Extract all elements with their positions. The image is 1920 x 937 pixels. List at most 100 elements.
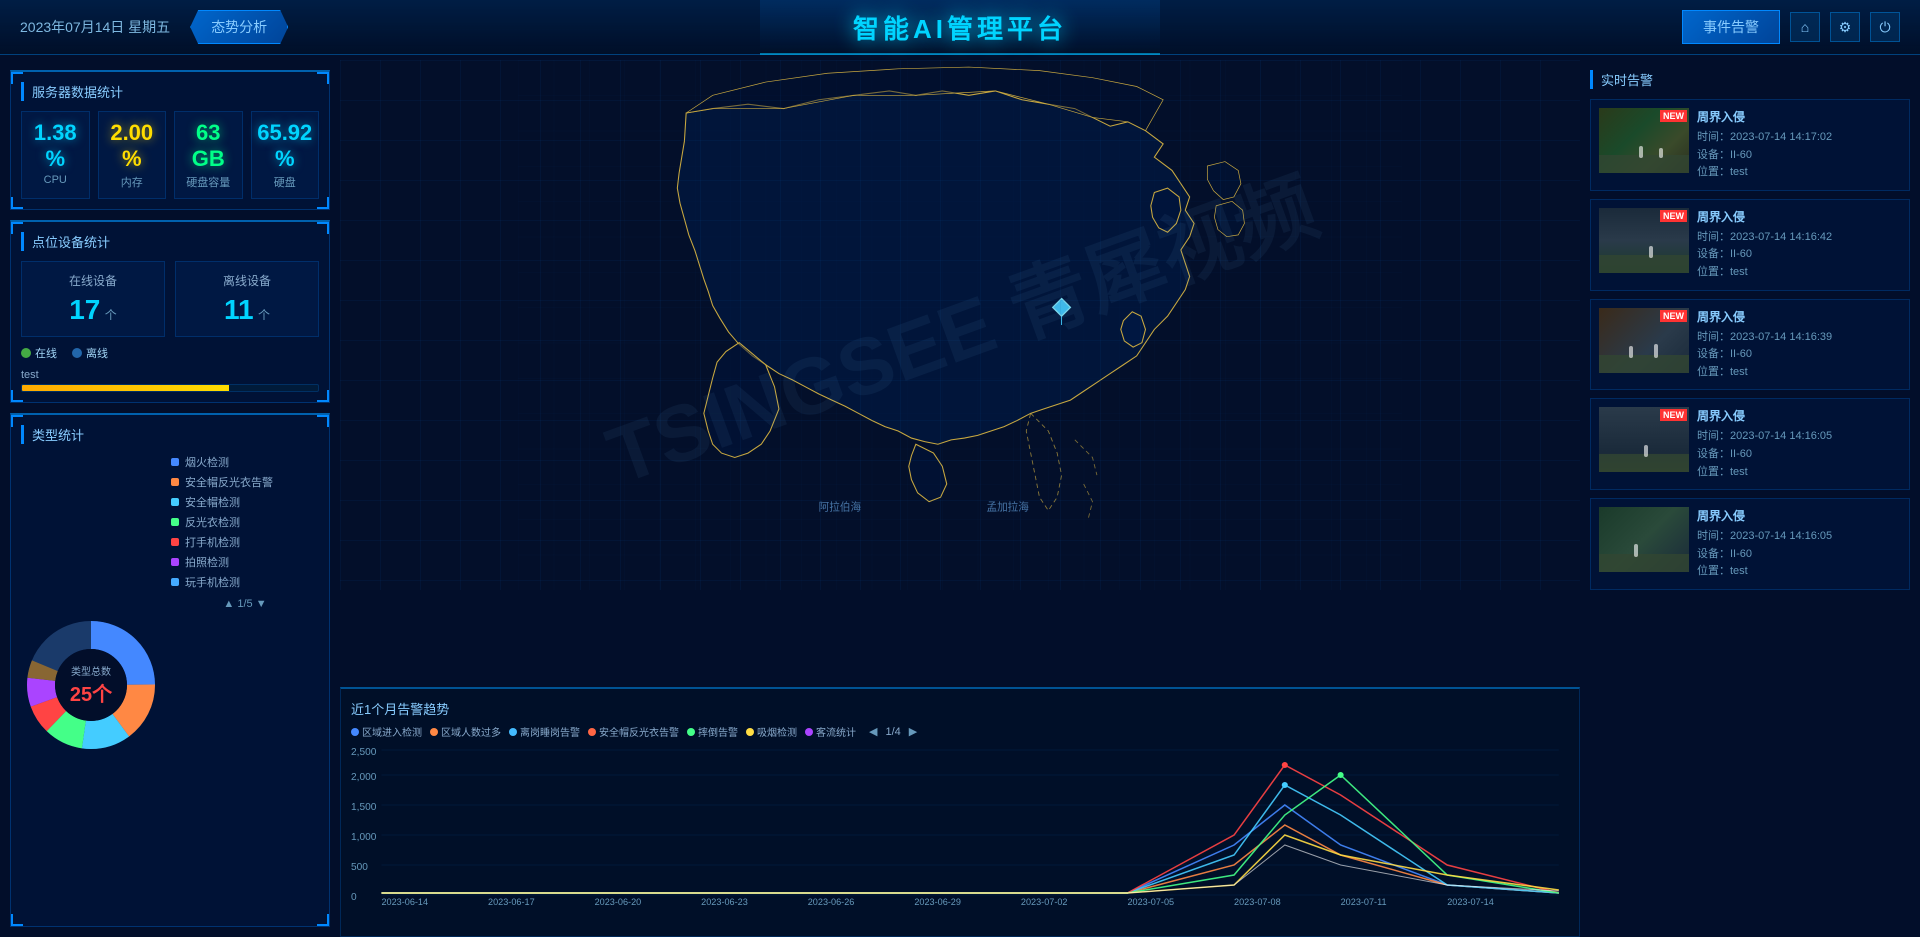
alert-type: 周界入侵 <box>1697 407 1901 424</box>
type-dot <box>171 558 179 566</box>
new-badge: NEW <box>1660 210 1687 222</box>
svg-text:1,500: 1,500 <box>351 802 377 813</box>
memory-label: 内存 <box>103 174 162 190</box>
svg-text:2023-06-14: 2023-06-14 <box>381 897 428 905</box>
offline-count: 11 <box>224 294 254 325</box>
map-container: 阿拉伯海 孟加拉海 TSINGSEE 青犀视频 <box>340 60 1580 590</box>
alert-detail: 时间：2023-07-14 14:16:05 设备：II-60 位置：test <box>1697 528 1901 581</box>
svg-text:0: 0 <box>351 892 357 903</box>
power-icon-button[interactable]: ⏻ <box>1870 12 1900 42</box>
donut-count: 25个 <box>70 678 112 707</box>
svg-text:2023-06-26: 2023-06-26 <box>808 897 855 905</box>
bottom-chart-panel: 近1个月告警趋势 区域进入检测 区域人数过多 离岗睡岗告警 安全帽反光衣告警 摔… <box>340 687 1580 937</box>
legend-dot <box>430 728 438 736</box>
offline-legend: 离线 <box>72 345 108 361</box>
online-unit: 个 <box>105 308 117 322</box>
disk-value: 65.92 % <box>256 120 315 172</box>
svg-text:2,000: 2,000 <box>351 772 377 783</box>
main-title: 智能AI管理平台 <box>853 9 1067 46</box>
left-panel: 服务器数据统计 1.38 % CPU 2.00 % 内存 63 GB 硬盘容量 … <box>0 60 340 937</box>
alert-info-4: 周界入侵 时间：2023-07-14 14:16:05 设备：II-60 位置：… <box>1697 407 1901 481</box>
type-stats-title: 类型统计 <box>21 425 319 444</box>
donut-center: 类型总数 25个 <box>70 663 112 707</box>
cpu-value: 1.38 % <box>26 120 85 172</box>
server-stats-grid: 1.38 % CPU 2.00 % 内存 63 GB 硬盘容量 65.92 % … <box>21 111 319 199</box>
offline-legend-dot <box>72 348 82 358</box>
realtime-alerts-title: 实时告警 <box>1590 70 1910 89</box>
location-progress: test <box>21 369 319 392</box>
svg-text:2023-07-08: 2023-07-08 <box>1234 897 1281 905</box>
person <box>1654 344 1658 358</box>
new-badge: NEW <box>1660 310 1687 322</box>
legend-dot <box>351 728 359 736</box>
device-stats-title: 点位设备统计 <box>21 232 319 251</box>
progress-bar <box>21 384 319 392</box>
line-chart-svg: 0 500 1,000 1,500 2,000 2,500 2023-06-14… <box>351 745 1569 905</box>
progress-fill <box>22 385 229 391</box>
alert-item-2: NEW 周界入侵 时间：2023-07-14 14:16:42 设备：II-60… <box>1590 199 1910 291</box>
legend-item: 安全帽反光衣告警 <box>588 724 679 739</box>
type-pagination[interactable]: ▲ 1/5 ▼ <box>171 598 319 610</box>
road <box>1599 255 1689 273</box>
list-item: 拍照检测 <box>171 554 319 570</box>
map-grid <box>340 60 1580 590</box>
list-item: 玩手机检测 <box>171 574 319 590</box>
legend-dot <box>805 728 813 736</box>
person <box>1644 445 1648 457</box>
offline-devices: 离线设备 11 个 <box>175 261 319 337</box>
road <box>1599 554 1689 572</box>
type-dot <box>171 478 179 486</box>
alert-thumbnail-2: NEW <box>1599 208 1689 273</box>
online-count: 17 <box>69 294 100 325</box>
alert-detail: 时间：2023-07-14 14:16:05 设备：II-60 位置：test <box>1697 428 1901 481</box>
svg-text:2023-07-05: 2023-07-05 <box>1127 897 1174 905</box>
legend-dot <box>588 728 596 736</box>
road <box>1599 355 1689 373</box>
list-item: 安全帽反光衣告警 <box>171 474 319 490</box>
server-stats-title: 服务器数据统计 <box>21 82 319 101</box>
header: 2023年07月14日 星期五 态势分析 智能AI管理平台 事件告警 ⌂ ⚙ ⏻ <box>0 0 1920 55</box>
chart-nav-next[interactable]: ▶ <box>909 725 917 738</box>
donut-chart: 类型总数 25个 <box>21 454 161 915</box>
alert-item-4: NEW 周界入侵 时间：2023-07-14 14:16:05 设备：II-60… <box>1590 398 1910 490</box>
legend-item: 摔倒告警 <box>687 724 738 739</box>
type-dot <box>171 458 179 466</box>
disk-capacity-label: 硬盘容量 <box>179 174 238 190</box>
svg-text:1,000: 1,000 <box>351 832 377 843</box>
disk-capacity-stat: 63 GB 硬盘容量 <box>174 111 243 199</box>
type-stats-panel: 类型统计 <box>10 413 330 927</box>
svg-text:2023-06-29: 2023-06-29 <box>914 897 961 905</box>
legend-item: 区域进入检测 <box>351 724 422 739</box>
legend-item: 区域人数过多 <box>430 724 501 739</box>
home-icon-button[interactable]: ⌂ <box>1790 12 1820 42</box>
analysis-button[interactable]: 态势分析 <box>190 10 288 44</box>
road <box>1599 155 1689 173</box>
svg-text:2023-07-14: 2023-07-14 <box>1447 897 1494 905</box>
person <box>1639 146 1643 158</box>
settings-icon-button[interactable]: ⚙ <box>1830 12 1860 42</box>
alert-button[interactable]: 事件告警 <box>1682 10 1780 44</box>
legend-dot <box>687 728 695 736</box>
type-list: 烟火检测 安全帽反光衣告警 安全帽检测 反光衣检测 打手机检测 <box>171 454 319 915</box>
alert-info-5: 周界入侵 时间：2023-07-14 14:16:05 设备：II-60 位置：… <box>1697 507 1901 581</box>
chart-nav-prev[interactable]: ◀ <box>869 725 877 738</box>
person <box>1629 346 1633 358</box>
alert-thumbnail-3: NEW <box>1599 308 1689 373</box>
header-date: 2023年07月14日 星期五 <box>20 17 170 37</box>
svg-text:2023-07-11: 2023-07-11 <box>1341 897 1387 905</box>
alert-thumbnail-5 <box>1599 507 1689 572</box>
type-dot <box>171 518 179 526</box>
alert-info-3: 周界入侵 时间：2023-07-14 14:16:39 设备：II-60 位置：… <box>1697 308 1901 382</box>
settings-icon: ⚙ <box>1839 19 1852 36</box>
chart-area: 0 500 1,000 1,500 2,000 2,500 2023-06-14… <box>351 745 1569 905</box>
legend-item: 离岗睡岗告警 <box>509 724 580 739</box>
cpu-stat: 1.38 % CPU <box>21 111 90 199</box>
type-dot <box>171 498 179 506</box>
online-legend: 在线 <box>21 345 57 361</box>
alert-item-1: NEW 周界入侵 时间：2023-07-14 14:17:02 设备：II-60… <box>1590 99 1910 191</box>
header-left: 2023年07月14日 星期五 态势分析 <box>20 10 288 44</box>
disk-capacity-value: 63 GB <box>179 120 238 172</box>
alert-thumbnail-1: NEW <box>1599 108 1689 173</box>
type-dot <box>171 538 179 546</box>
location-label: test <box>21 369 319 381</box>
